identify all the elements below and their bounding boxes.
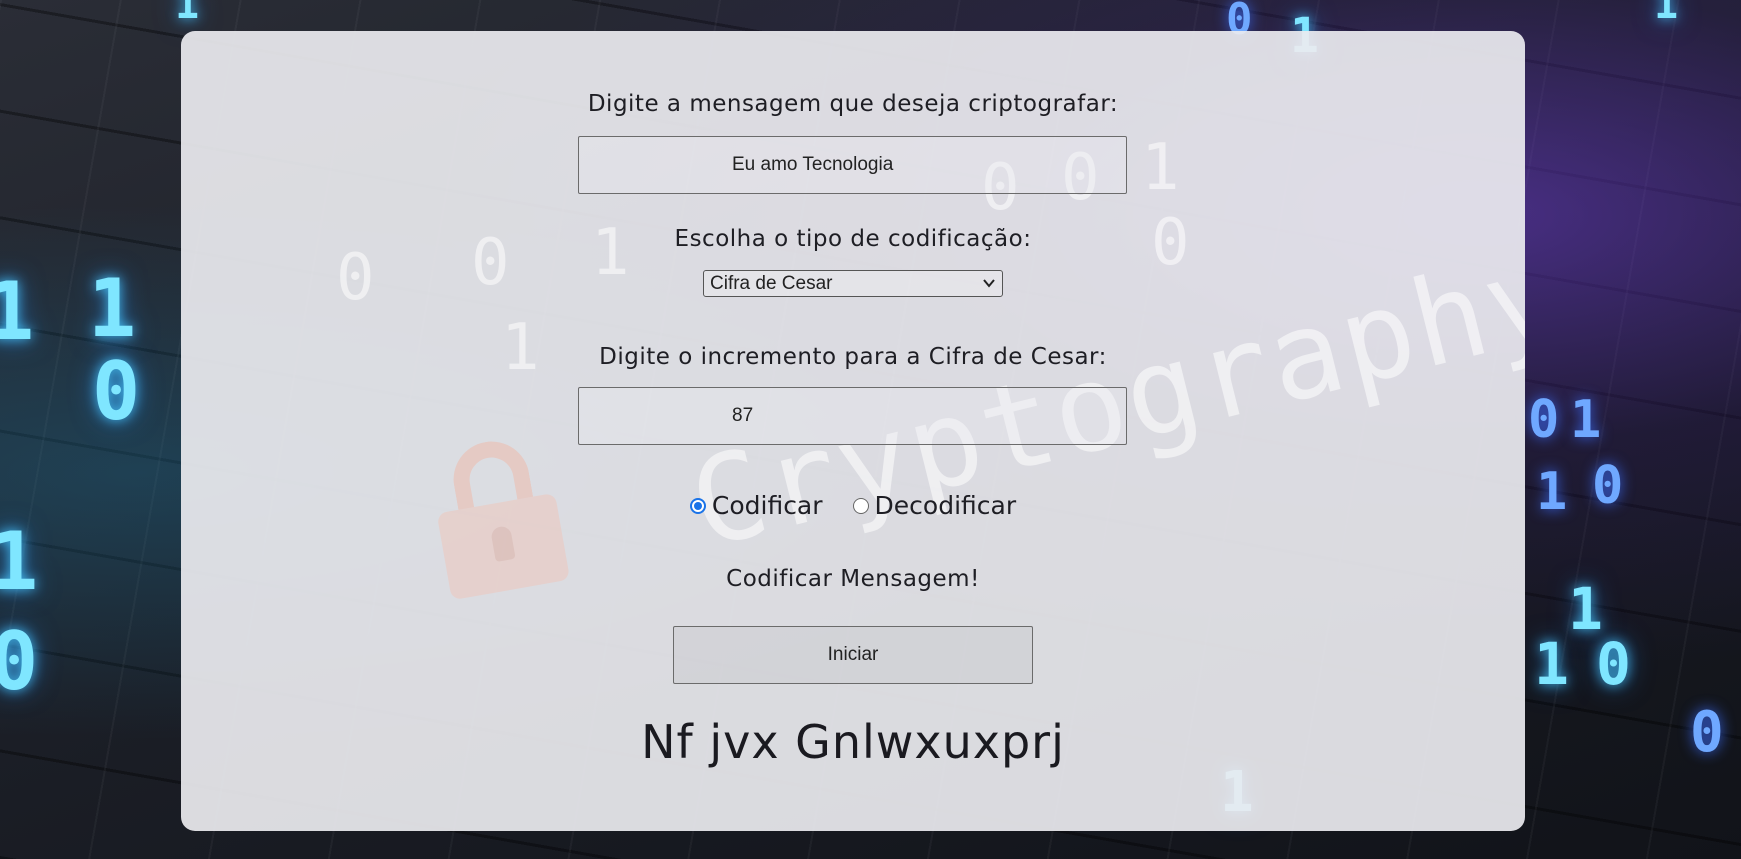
cipher-card: Cryptography 0 0 1 1 0 0 1 0 Digite a me… [181,31,1525,831]
mode-radio-group: Codificar Decodificar [181,491,1525,520]
start-button[interactable]: Iniciar [673,626,1033,684]
bg-digit: 1 [0,515,39,608]
radio-encode-label: Codificar [711,491,823,520]
message-label: Digite a mensagem que deseja criptografa… [587,91,1119,117]
radio-encode[interactable] [689,497,706,514]
bg-digit: 0 [0,615,39,708]
bg-digit: 1 [1534,630,1569,698]
bg-digit: 1 [1654,0,1679,28]
result-output: Nf jvx Gnlwxuxprj [641,715,1065,769]
bg-digit: 1 [88,262,137,355]
encoding-label: Escolha o tipo de codificação: [674,226,1032,252]
watermark-digit: 0 [336,241,375,315]
bg-digit: 1 [175,0,200,28]
radio-decode-label: Decodificar [874,491,1017,520]
encoding-select-value: Cifra de Cesar [710,272,833,294]
bg-digit: 0 [1690,700,1724,765]
bg-digit: 0 [92,345,141,438]
watermark-digit: 1 [1141,131,1180,205]
bg-digit: 0 [1528,390,1560,450]
bg-digit: 1 [1570,390,1602,450]
action-title: Codificar Mensagem! [726,566,980,592]
bg-digit: 0 [1592,456,1624,516]
radio-decode-option[interactable]: Decodificar [852,491,1017,520]
encoding-select[interactable]: Cifra de Cesar [703,270,1003,297]
radio-encode-option[interactable]: Codificar [689,491,823,520]
chevron-down-icon [983,279,995,288]
bg-digit: 1 [0,265,35,358]
bg-digit: 1 [1536,462,1568,522]
increment-input[interactable] [578,387,1127,445]
bg-digit: 1 [1568,575,1603,643]
message-input[interactable] [578,136,1127,194]
radio-decode[interactable] [852,497,869,514]
increment-label: Digite o incremento para a Cifra de Cesa… [599,344,1107,370]
